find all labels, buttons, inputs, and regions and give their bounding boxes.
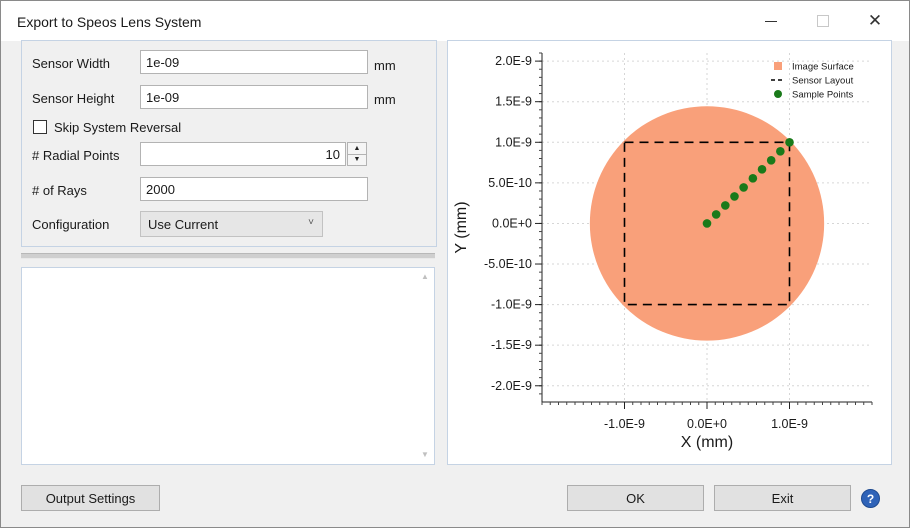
radial-points-label: # Radial Points [32, 148, 120, 163]
scroll-down-icon[interactable]: ▼ [421, 450, 429, 459]
layout-plot-panel: 2.0E-9 1.5E-9 1.0E-9 5.0E-10 0.0E+0 -5.0E-10 -… [447, 40, 892, 465]
sensor-width-label: Sensor Width [32, 56, 111, 71]
x-tick-label: 1.0E-9 [771, 417, 808, 431]
sensor-width-input[interactable]: 1e-09 [140, 50, 368, 74]
y-tick-label: -2.0E-9 [491, 379, 532, 393]
exit-button[interactable]: Exit [714, 485, 851, 511]
close-icon: ✕ [867, 11, 883, 30]
sample-point [702, 219, 712, 228]
y-tick-label: 2.0E-9 [495, 54, 532, 68]
help-icon[interactable]: ? [861, 489, 880, 508]
sample-point [785, 137, 794, 147]
x-tick-label: 0.0E+0 [687, 417, 727, 431]
sensor-height-label: Sensor Height [32, 91, 115, 106]
y-tick-label: -5.0E-10 [484, 257, 532, 271]
legend-label: Sample Points [792, 90, 854, 101]
configuration-label: Configuration [32, 217, 110, 232]
skip-reversal-label: Skip System Reversal [54, 120, 182, 135]
sensor-height-unit: mm [374, 92, 396, 107]
panel-splitter[interactable] [21, 253, 435, 259]
y-tick-label: 5.0E-10 [488, 176, 532, 190]
close-button[interactable]: ✕ [853, 5, 897, 37]
legend-swatch-sample-points [774, 90, 782, 98]
vertical-scrollbar[interactable]: ▲ ▼ [418, 268, 434, 464]
legend-label: Sensor Layout [792, 76, 854, 87]
radial-points-input[interactable]: 10 [140, 142, 346, 166]
y-tick-label: 0.0E+0 [492, 216, 532, 230]
configuration-dropdown[interactable]: Use Current ˅ [140, 211, 323, 237]
ok-button[interactable]: OK [567, 485, 704, 511]
sample-point [757, 165, 767, 174]
rays-input[interactable]: 2000 [140, 177, 368, 201]
maximize-button[interactable] [801, 5, 845, 37]
legend-swatch-image-surface [774, 62, 782, 70]
window-title: Export to Speos Lens System [17, 14, 202, 30]
stepper-down-icon[interactable]: ▼ [348, 154, 366, 165]
output-settings-button[interactable]: Output Settings [21, 485, 160, 511]
output-text-area[interactable]: ▲ ▼ [21, 267, 435, 465]
y-tick-label: -1.5E-9 [491, 338, 532, 352]
sample-point [739, 183, 748, 192]
settings-panel: Sensor Width 1e-09 mm Sensor Height 1e-0… [21, 40, 437, 247]
sample-point [776, 146, 785, 156]
maximize-icon [817, 15, 829, 27]
y-tick-label: 1.0E-9 [495, 135, 532, 149]
legend-label: Image Surface [792, 62, 854, 73]
y-tick-label: -1.0E-9 [491, 298, 532, 312]
y-tick-label: 1.5E-9 [495, 95, 532, 109]
chevron-down-icon: ˅ [308, 217, 314, 228]
sensor-width-unit: mm [374, 58, 396, 73]
title-bar: Export to Speos Lens System ✕ [1, 1, 909, 41]
sample-point [766, 155, 776, 165]
rays-label: # of Rays [32, 183, 87, 198]
y-axis-title: Y (mm) [453, 201, 470, 253]
scroll-up-icon[interactable]: ▲ [421, 272, 429, 281]
x-axis-title: X (mm) [681, 434, 733, 451]
layout-plot: 2.0E-9 1.5E-9 1.0E-9 5.0E-10 0.0E+0 -5.0E-10 -… [453, 52, 873, 451]
dialog-window: Export to Speos Lens System ✕ Sensor Wid… [0, 0, 910, 528]
sample-point [748, 174, 758, 183]
minimize-button[interactable] [749, 5, 793, 37]
sample-point [730, 192, 739, 201]
configuration-value: Use Current [148, 217, 219, 232]
minimize-icon [765, 20, 777, 22]
sensor-height-input[interactable]: 1e-09 [140, 85, 368, 109]
sample-point [711, 210, 721, 219]
skip-reversal-checkbox[interactable] [33, 120, 47, 134]
sample-point [721, 201, 730, 210]
radial-points-stepper[interactable]: ▲ ▼ [347, 142, 367, 166]
x-tick-label: -1.0E-9 [604, 417, 645, 431]
